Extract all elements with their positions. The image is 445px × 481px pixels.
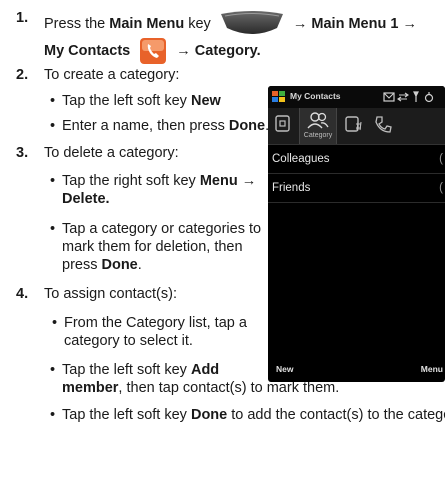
instruction-page: 1. Press the Main Menu key → Main Menu 1…: [0, 0, 445, 481]
step-1-line-2: My Contacts → Category.: [44, 38, 261, 64]
tab-category-label: Category: [303, 132, 333, 139]
tab-favorites-icon[interactable]: [373, 114, 393, 139]
step-4-text: To assign contact(s):: [44, 286, 177, 302]
step-2-number: 2.: [16, 67, 29, 83]
step-3-number: 3.: [16, 145, 29, 161]
main-menu-key-icon: [219, 10, 285, 38]
step-2-text: To create a category:: [44, 67, 180, 83]
phone-title-bar: My Contacts: [268, 86, 445, 109]
category-row-label: Friends: [272, 182, 311, 194]
delete-bullet-2-press: press: [62, 257, 102, 273]
windows-flag-icon: [272, 90, 286, 109]
delete-bullet-1-line-2: Delete.: [62, 191, 110, 208]
tab-category[interactable]: Category: [299, 108, 337, 144]
delete-label: Delete.: [62, 191, 110, 207]
contacts-icon: [140, 38, 167, 64]
delete-bullet-1: Tap the right soft key Menu →: [50, 173, 257, 190]
delete-bullet-2-line-1: Tap a category or categories to: [50, 221, 261, 238]
menu-key-label: Menu →: [199, 173, 257, 189]
category-row-colleagues[interactable]: Colleagues (: [268, 145, 445, 174]
done-label-3: Done: [190, 407, 228, 423]
create-bullet-2: Enter a name, then press Done.: [50, 118, 269, 135]
category-row-friends[interactable]: Friends (: [268, 174, 445, 203]
done-label: Done: [228, 118, 266, 134]
step-3-text: To delete a category:: [44, 145, 179, 161]
step-1-number: 1.: [16, 10, 29, 26]
member-label: member: [62, 380, 119, 396]
assign-bullet-3-end: to add the contact(s) to the category.: [227, 407, 445, 423]
new-key-label: New: [190, 93, 221, 109]
create-bullet-2-text: Enter a name, then press: [62, 118, 229, 134]
my-contacts-label: My Contacts: [44, 42, 131, 59]
category-row-count: (: [439, 182, 443, 194]
soft-key-menu[interactable]: Menu: [421, 364, 443, 374]
delete-bullet-2-line-3: press Done.: [62, 257, 142, 274]
tab-contacts-icon[interactable]: [274, 114, 292, 139]
status-icons: [383, 90, 443, 109]
step-1-menu-path: → Main Menu 1 →: [292, 15, 417, 32]
assign-bullet-2-line-2: member, then tap contact(s) to mark them…: [62, 380, 339, 397]
step-1-key-word: key: [188, 15, 211, 32]
category-row-label: Colleagues: [272, 153, 330, 165]
create-bullet-1: Tap the left soft key New: [50, 93, 221, 110]
assign-bullet-3: Tap the left soft key Done to add the co…: [50, 407, 445, 424]
category-row-count: (: [439, 153, 443, 165]
assign-bullet-2-text: Tap the left soft key: [62, 362, 191, 378]
assign-bullet-3-text: Tap the left soft key: [62, 407, 191, 423]
main-menu-key-label: Main Menu: [109, 15, 185, 32]
assign-bullet-2-end: , then tap contact(s) to mark them.: [118, 380, 340, 396]
phone-screenshot: My Contacts Category Colleagues (Friend…: [268, 86, 445, 382]
delete-bullet-2-line-2: mark them for deletion, then: [62, 239, 243, 255]
assign-bullet-1-line-2: category to select it.: [64, 333, 193, 349]
delete-bullet-2-end: .: [137, 257, 142, 273]
add-label: Add: [190, 362, 220, 378]
step-4-number: 4.: [16, 286, 29, 302]
assign-bullet-1-line-1: From the Category list, tap a: [52, 315, 247, 332]
soft-key-new[interactable]: New: [276, 364, 293, 374]
soft-key-bar: New Menu: [268, 358, 445, 382]
assign-bullet-2-line-1: Tap the left soft key Add: [50, 362, 220, 379]
step-1-pre: Press the: [44, 15, 106, 32]
create-bullet-1-text: Tap the left soft key: [62, 93, 191, 109]
category-path-label: → Category.: [176, 42, 261, 59]
phone-title: My Contacts: [290, 91, 341, 101]
step-1-line-1: Press the Main Menu key → Main Menu 1 →: [44, 10, 417, 38]
phone-tab-bar: Category: [268, 108, 445, 145]
delete-bullet-1-text: Tap the right soft key: [62, 173, 200, 189]
tab-call-log-icon[interactable]: [344, 115, 364, 140]
done-label-2: Done: [101, 257, 138, 273]
category-icon: [307, 112, 329, 129]
